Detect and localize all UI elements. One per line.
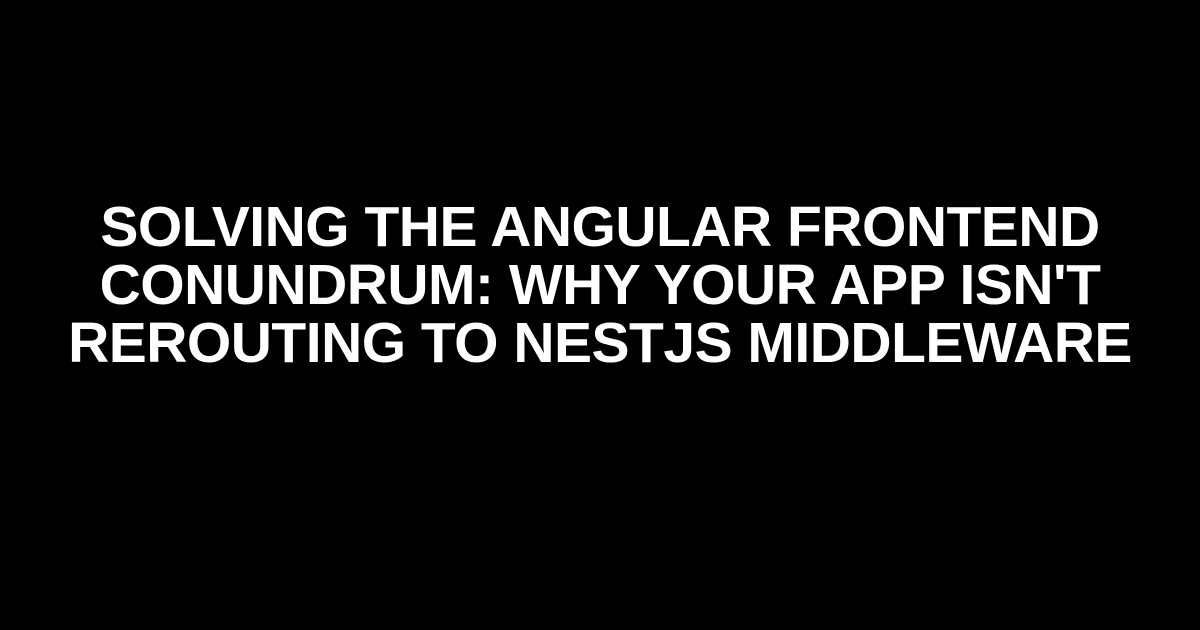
page-title: SOLVING THE ANGULAR FRONTEND CONUNDRUM: … [60,198,1140,372]
title-container: SOLVING THE ANGULAR FRONTEND CONUNDRUM: … [0,198,1200,372]
